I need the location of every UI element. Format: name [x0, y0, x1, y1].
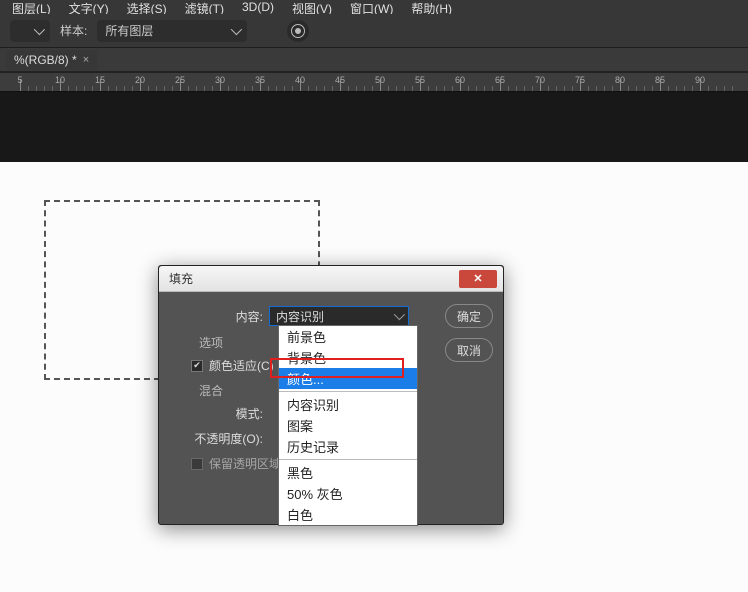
dropdown-option[interactable]: 历史记录: [279, 436, 417, 457]
menu-help[interactable]: 帮助(H): [411, 0, 452, 8]
menu-filter[interactable]: 滤镜(T): [185, 0, 224, 8]
document-tab[interactable]: %(RGB/8) * ×: [6, 50, 97, 70]
menu-layer[interactable]: 图层(L): [12, 0, 51, 8]
content-label: 内容:: [173, 308, 269, 325]
content-value: 内容识别: [276, 308, 324, 325]
dropdown-option[interactable]: 黑色: [279, 462, 417, 483]
ruler-mark: 80: [615, 75, 625, 85]
separator: [279, 459, 417, 460]
ruler-mark: 50: [375, 75, 385, 85]
ruler-mark: 30: [215, 75, 225, 85]
ruler-mark: 45: [335, 75, 345, 85]
dialog-titlebar[interactable]: 填充 ✕: [159, 266, 503, 292]
preserve-transparent-label: 保留透明区域: [209, 455, 281, 472]
dropdown-option[interactable]: 背景色: [279, 347, 417, 368]
cancel-button[interactable]: 取消: [445, 338, 493, 362]
dropdown-option[interactable]: 50% 灰色: [279, 483, 417, 504]
ruler-mark: 60: [455, 75, 465, 85]
sample-label: 样本:: [60, 22, 87, 39]
ruler-mark: 90: [695, 75, 705, 85]
sample-dropdown[interactable]: 所有图层: [97, 20, 247, 42]
ruler-mark: 75: [575, 75, 585, 85]
dropdown-option[interactable]: 图案: [279, 415, 417, 436]
ruler-mark: 70: [535, 75, 545, 85]
color-adapt-label: 颜色适应(C): [209, 357, 274, 374]
horizontal-ruler: 5 10 15 20 25 30 35 40 45 50 55 60 65 70 75 80 85 90: [0, 72, 748, 92]
document-tabs: %(RGB/8) * ×: [0, 48, 748, 72]
color-adapt-checkbox[interactable]: [191, 360, 203, 372]
ok-button[interactable]: 确定: [445, 304, 493, 328]
dropdown-option[interactable]: 前景色: [279, 326, 417, 347]
tab-title: %(RGB/8) *: [14, 53, 77, 67]
main-menu: 图层(L) 文字(Y) 选择(S) 滤镜(T) 3D(D) 视图(V) 窗口(W…: [0, 0, 748, 14]
dialog-title: 填充: [169, 270, 193, 287]
ruler-mark: 5: [17, 75, 22, 85]
chevron-down-icon: [394, 309, 405, 320]
dropdown-option[interactable]: 颜色...: [279, 368, 417, 389]
ruler-mark: 40: [295, 75, 305, 85]
close-icon[interactable]: ×: [83, 54, 89, 66]
close-button[interactable]: ✕: [459, 270, 497, 288]
ruler-mark: 15: [95, 75, 105, 85]
menu-select[interactable]: 选择(S): [127, 0, 167, 8]
opacity-label: 不透明度(O):: [173, 430, 269, 447]
ruler-mark: 55: [415, 75, 425, 85]
menu-text[interactable]: 文字(Y): [69, 0, 109, 8]
dropdown-option[interactable]: 白色: [279, 504, 417, 525]
sample-value: 所有图层: [105, 22, 153, 39]
ruler-mark: 10: [55, 75, 65, 85]
mode-label: 模式:: [173, 405, 269, 422]
ruler-mark: 20: [135, 75, 145, 85]
chevron-down-icon: [231, 23, 242, 34]
ruler-mark: 25: [175, 75, 185, 85]
menu-3d[interactable]: 3D(D): [242, 0, 274, 8]
ruler-mark: 85: [655, 75, 665, 85]
eye-icon[interactable]: [287, 20, 309, 42]
chevron-down-icon: [34, 23, 45, 34]
ruler-mark: 65: [495, 75, 505, 85]
options-bar: 样本: 所有图层: [0, 14, 748, 48]
preserve-transparent-checkbox[interactable]: [191, 458, 203, 470]
menu-view[interactable]: 视图(V): [292, 0, 332, 8]
content-dropdown[interactable]: 内容识别: [269, 306, 409, 326]
separator: [279, 391, 417, 392]
ruler-mark: 35: [255, 75, 265, 85]
tool-preset-dropdown[interactable]: [10, 20, 50, 42]
menu-window[interactable]: 窗口(W): [350, 0, 393, 8]
dropdown-option[interactable]: 内容识别: [279, 394, 417, 415]
content-dropdown-list[interactable]: 前景色背景色颜色... 内容识别图案历史记录黑色50% 灰色白色: [278, 325, 418, 526]
